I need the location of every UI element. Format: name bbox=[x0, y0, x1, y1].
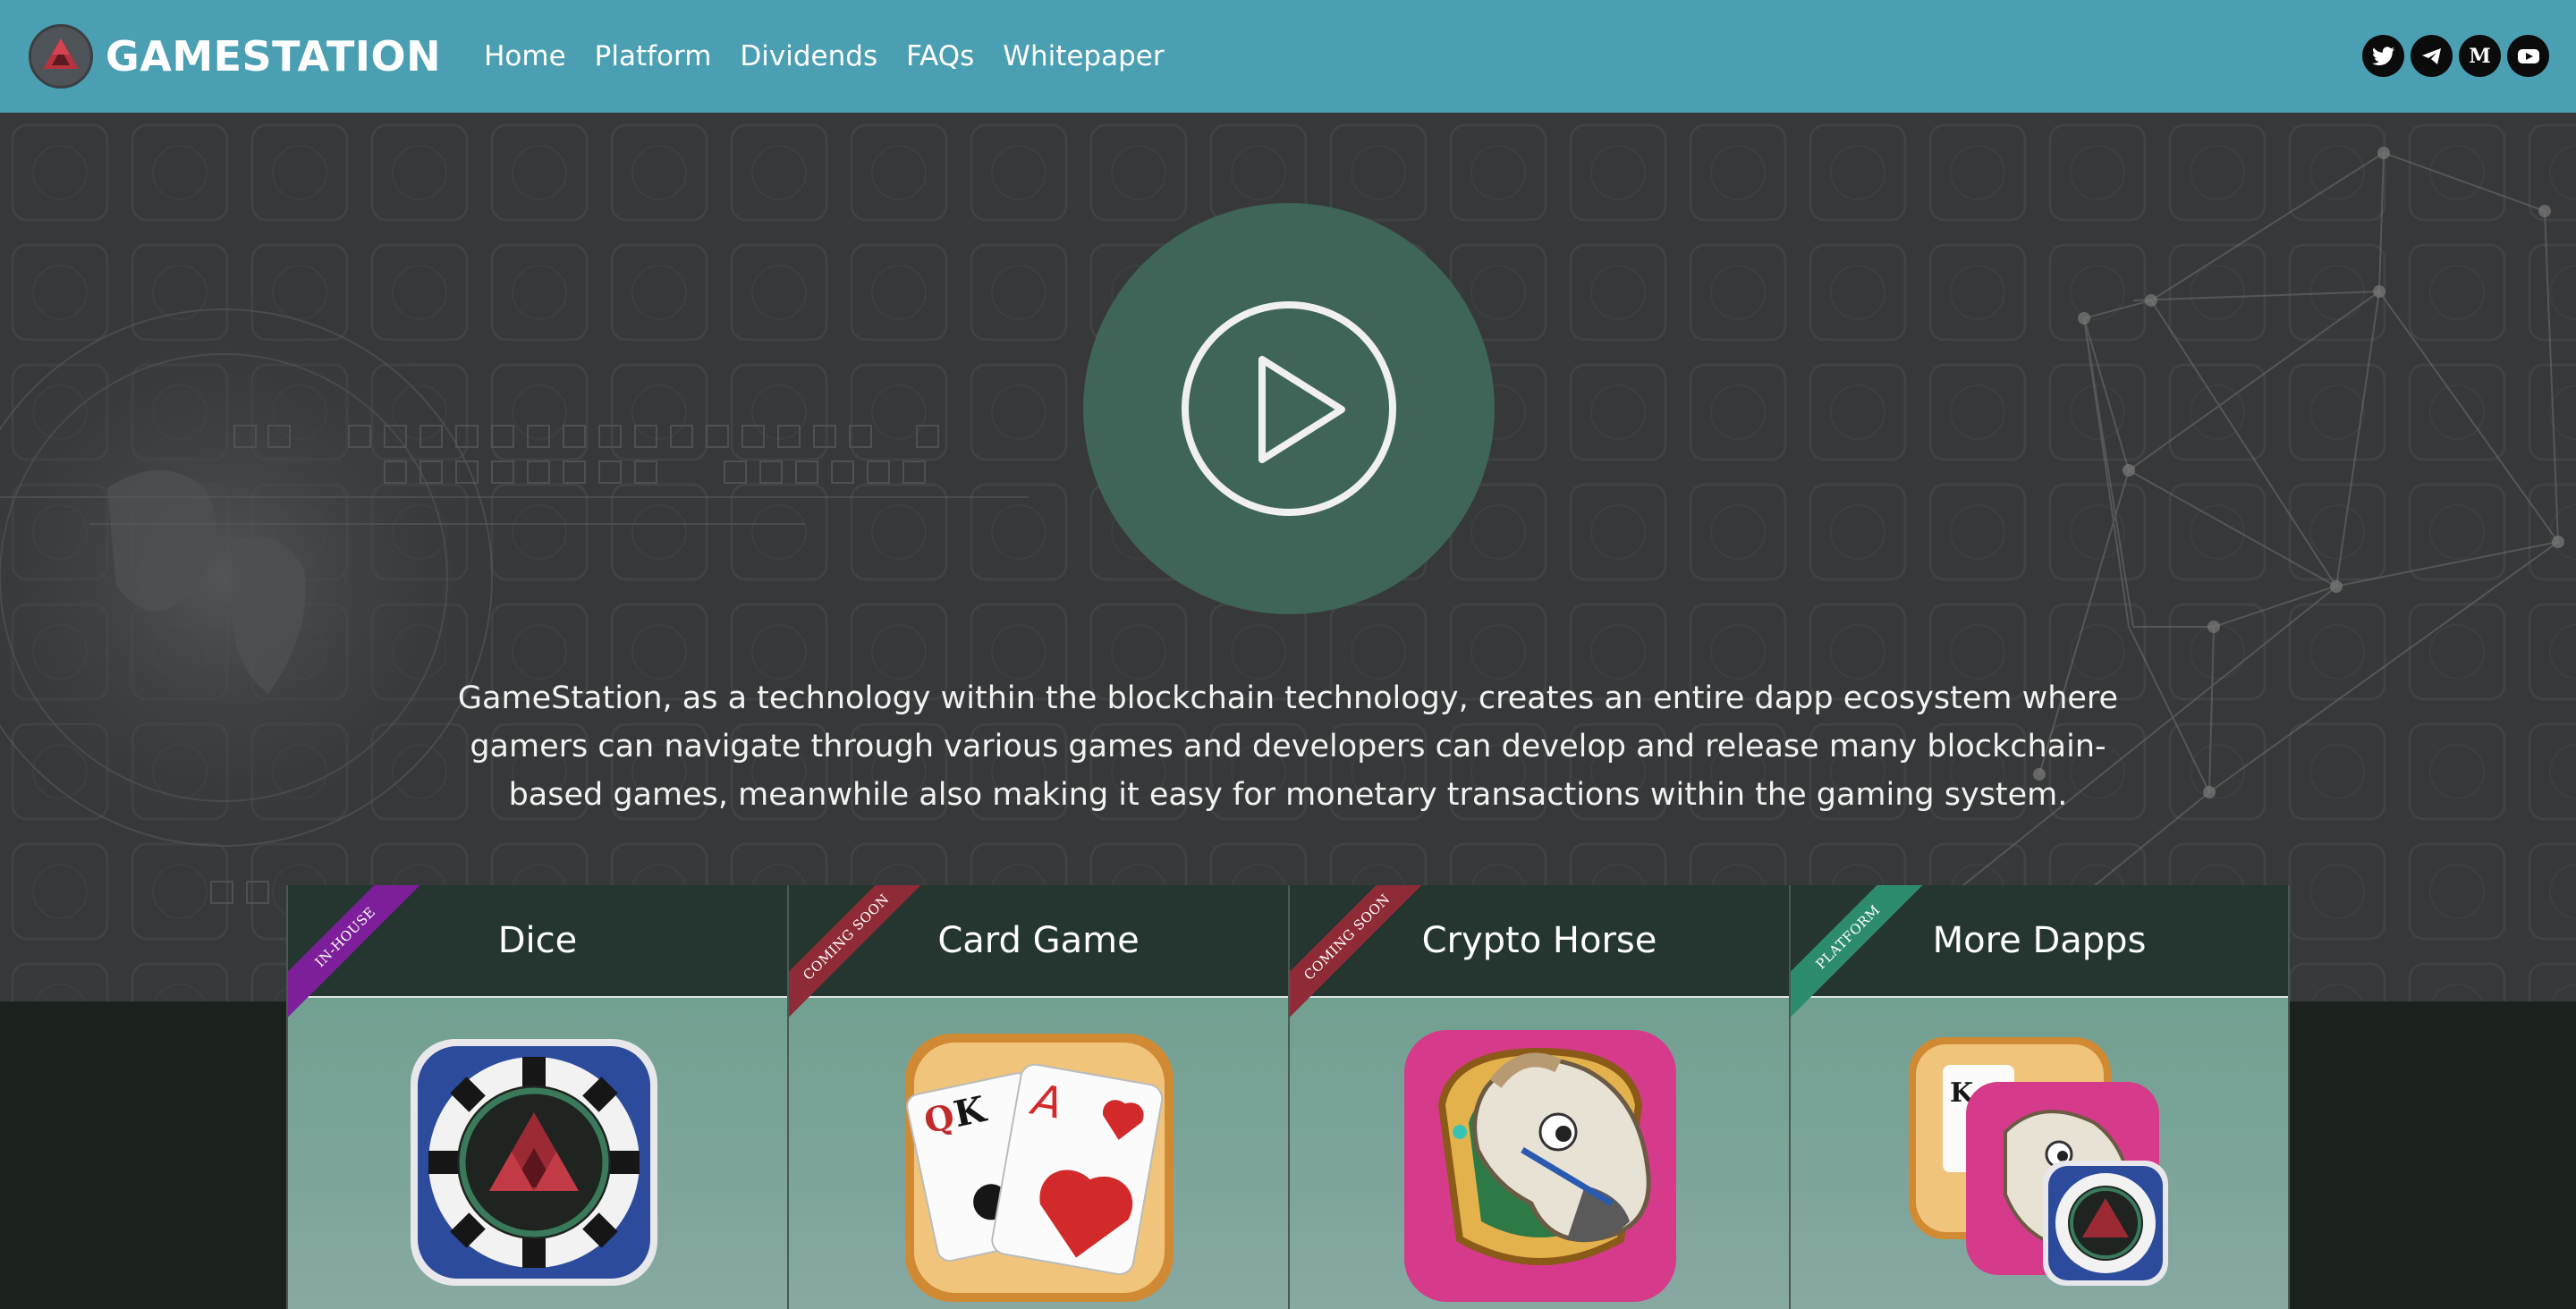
card-crypto-horse[interactable]: Crypto Horse COMING SOON bbox=[1288, 885, 1789, 1309]
play-video-button[interactable] bbox=[1083, 203, 1495, 614]
horse-head-icon bbox=[1404, 1030, 1676, 1302]
dice-chip-icon bbox=[411, 1039, 657, 1286]
top-navbar: GAMESTATION Home Platform Dividends FAQs… bbox=[0, 0, 2576, 113]
medium-icon[interactable]: M bbox=[2459, 35, 2501, 77]
playing-cards-icon: Q K A bbox=[905, 1034, 1174, 1302]
gamestation-logo-icon bbox=[29, 24, 93, 89]
nav-link-whitepaper[interactable]: Whitepaper bbox=[1003, 40, 1164, 72]
hero-description: GameStation, as a technology within the … bbox=[457, 680, 2119, 813]
twitter-icon[interactable] bbox=[2362, 35, 2404, 77]
telegram-icon[interactable] bbox=[2411, 35, 2453, 77]
nav-link-home[interactable]: Home bbox=[484, 40, 566, 72]
more-dapps-stack-icon: K A bbox=[1909, 1037, 2168, 1286]
nav-link-dividends[interactable]: Dividends bbox=[740, 40, 877, 72]
card-more-dapps[interactable]: More Dapps PLATFORM K A bbox=[1789, 885, 2290, 1309]
nav-link-faqs[interactable]: FAQs bbox=[906, 40, 974, 72]
youtube-icon[interactable] bbox=[2507, 35, 2549, 77]
game-cards: Dice IN-HOUSE Card Game COMING SOON Q K … bbox=[286, 885, 2290, 1309]
medium-glyph: M bbox=[2469, 44, 2491, 68]
hero-section: GameStation, as a technology within the … bbox=[0, 113, 2576, 1001]
social-links: M bbox=[2356, 35, 2549, 77]
brand-link[interactable]: GAMESTATION bbox=[29, 24, 441, 89]
nav-link-platform[interactable]: Platform bbox=[595, 40, 712, 72]
nav-menu: Home Platform Dividends FAQs Whitepaper bbox=[484, 40, 1192, 72]
card-dice[interactable]: Dice IN-HOUSE bbox=[286, 885, 787, 1309]
play-icon bbox=[1182, 301, 1396, 516]
brand-name: GAMESTATION bbox=[106, 32, 442, 80]
card-card-game[interactable]: Card Game COMING SOON Q K A bbox=[787, 885, 1288, 1309]
